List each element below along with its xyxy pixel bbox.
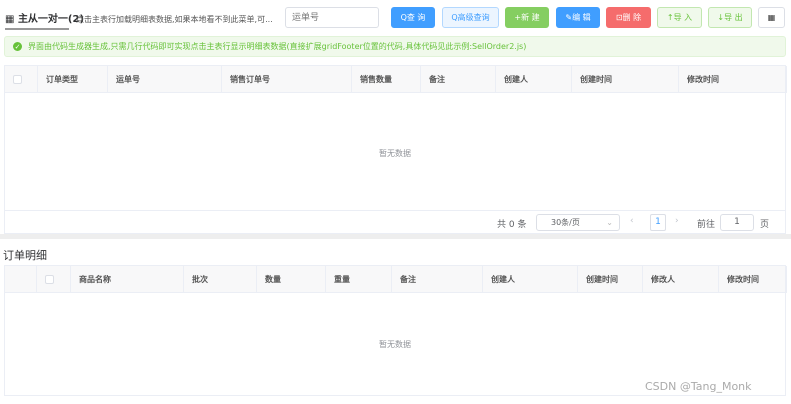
watermark: CSDN @Tang_Monk — [645, 380, 752, 393]
column-header[interactable]: 修改人 — [643, 266, 719, 293]
divider — [0, 234, 791, 239]
info-alert: ✓ 界面由代码生成器生成,只需几行代码即可实现点击主表行显示明细表数据(直接扩展g… — [4, 36, 786, 57]
goto-label: 前往 — [697, 220, 716, 230]
select-all-checkbox[interactable] — [13, 75, 22, 84]
tab-description: 点击主表行加载明细表数据,如果本地看不到此菜单,可... — [76, 15, 273, 24]
page-size-value: 30条/页 — [551, 218, 580, 227]
export-button[interactable]: ↓导 出 — [708, 7, 752, 28]
column-header[interactable]: 销售数量 — [352, 66, 421, 93]
column-settings-button[interactable]: ▦ — [758, 7, 785, 28]
detail-table-header: 商品名称 批次 数量 重量 备注 创建人 创建时间 修改人 修改时间 — [5, 266, 787, 293]
next-page-icon[interactable]: › — [675, 216, 679, 226]
tab-main-detail[interactable]: ▦ 主从一对一(2) — [5, 10, 84, 30]
column-header[interactable]: 修改时间 — [719, 266, 787, 293]
column-header[interactable]: 备注 — [392, 266, 483, 293]
edit-button[interactable]: ✎编 辑 — [556, 7, 600, 28]
total-count: 共 0 条 — [497, 220, 527, 230]
column-header[interactable]: 创建时间 — [572, 66, 679, 93]
page-size-select[interactable]: 30条/页 ⌄ — [536, 214, 620, 231]
select-all-column — [37, 266, 71, 293]
column-header[interactable]: 商品名称 — [71, 266, 184, 293]
column-header[interactable]: 订单类型 — [38, 66, 108, 93]
select-all-column — [5, 66, 38, 93]
column-header[interactable]: 重量 — [326, 266, 392, 293]
column-header[interactable]: 创建时间 — [578, 266, 643, 293]
chevron-down-icon: ⌄ — [606, 218, 613, 227]
column-header[interactable]: 备注 — [421, 66, 496, 93]
grid-icon: ▦ — [5, 14, 18, 25]
waybill-search-input[interactable] — [285, 7, 379, 28]
column-header[interactable]: 销售订单号 — [222, 66, 352, 93]
empty-text: 暂无数据 — [379, 149, 411, 158]
prev-page-icon[interactable]: ‹ — [630, 216, 634, 226]
detail-table: 商品名称 批次 数量 重量 备注 创建人 创建时间 修改人 修改时间 暂无数据 — [4, 265, 787, 396]
page-suffix: 页 — [760, 220, 770, 230]
page-1[interactable]: 1 — [650, 214, 666, 231]
check-circle-icon: ✓ — [13, 42, 22, 51]
main-table: 订单类型 运单号 销售订单号 销售数量 备注 创建人 创建时间 修改时间 暂无数据 — [4, 65, 787, 211]
select-all-checkbox[interactable] — [45, 275, 54, 284]
delete-button[interactable]: ⊡删 除 — [606, 7, 651, 28]
column-header[interactable]: 创建人 — [483, 266, 578, 293]
import-button[interactable]: ↑导 入 — [657, 7, 702, 28]
column-header[interactable]: 运单号 — [108, 66, 222, 93]
pagination: 共 0 条 30条/页 ⌄ ‹ 1 › 前往 1 页 — [4, 211, 786, 234]
query-button[interactable]: Q查 询 — [391, 7, 435, 28]
expand-column — [5, 266, 37, 293]
tab-title: 主从一对一(2) — [17, 14, 85, 25]
advanced-query-button[interactable]: Q高级查询 — [442, 7, 499, 28]
empty-text: 暂无数据 — [379, 340, 411, 349]
column-header[interactable]: 创建人 — [496, 66, 572, 93]
column-header[interactable]: 修改时间 — [679, 66, 787, 93]
column-header[interactable]: 批次 — [184, 266, 257, 293]
column-header[interactable]: 数量 — [257, 266, 326, 293]
detail-title: 订单明细 — [3, 249, 47, 262]
goto-page-input[interactable]: 1 — [720, 214, 754, 231]
alert-text: 界面由代码生成器生成,只需几行代码即可实现点击主表行显示明细表数据(直接扩展gr… — [28, 42, 527, 51]
main-table-header: 订单类型 运单号 销售订单号 销售数量 备注 创建人 创建时间 修改时间 — [5, 66, 787, 93]
new-button[interactable]: +新 建 — [505, 7, 549, 28]
